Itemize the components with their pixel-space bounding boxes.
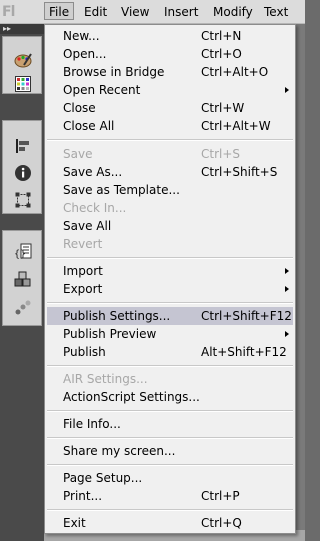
menu-item-save: Save Ctrl+S <box>63 147 241 161</box>
svg-text:{}: {} <box>14 249 26 260</box>
align-icon[interactable] <box>14 137 32 155</box>
menu-item-publish[interactable]: Publish Alt+Shift+F12 <box>47 343 293 361</box>
menu-separator <box>47 365 293 367</box>
menu-item-exit[interactable]: Exit Ctrl+Q <box>47 514 293 532</box>
menu-item-export[interactable]: Export <box>47 280 293 298</box>
file-menu-dropdown: New... Ctrl+N Open... Ctrl+O Browse in Bri… <box>44 24 296 534</box>
actions-script-icon[interactable]: {} <box>14 243 32 261</box>
menu-separator <box>47 464 293 466</box>
menu-item-print[interactable]: Print... Ctrl+P <box>47 487 293 505</box>
motion-presets-icon[interactable] <box>14 299 32 317</box>
menu-item-actionscript-settings[interactable]: ActionScript Settings... <box>47 388 293 406</box>
menu-item-revert: Revert <box>63 237 103 251</box>
menu-view[interactable]: View <box>117 3 153 21</box>
menu-separator <box>47 410 293 412</box>
menu-item-publish-preview[interactable]: Publish Preview <box>47 325 293 343</box>
menu-edit[interactable]: Edit <box>80 3 111 21</box>
stage-edge <box>296 24 305 530</box>
menu-text[interactable]: Text <box>260 3 292 21</box>
menu-item-publish-settings[interactable]: Publish Settings... Ctrl+Shift+F12 <box>47 307 293 325</box>
menu-separator <box>47 302 293 304</box>
menu-item-close[interactable]: Close Ctrl+W <box>47 99 293 117</box>
menu-separator <box>47 437 293 439</box>
menu-separator <box>47 257 293 259</box>
menu-item-save-as-template[interactable]: Save as Template... <box>47 181 293 199</box>
menu-item-share-my-screen[interactable]: Share my screen... <box>47 442 293 460</box>
menu-separator <box>47 509 293 511</box>
transform-icon[interactable] <box>14 191 32 209</box>
menu-separator <box>47 139 293 141</box>
menu-item-open-recent[interactable]: Open Recent <box>47 81 293 99</box>
menu-item-browse-in-bridge[interactable]: Browse in Bridge Ctrl+Alt+O <box>47 63 293 81</box>
menubar: Fl File Edit View Insert Modify Text <box>0 0 305 24</box>
menu-item-page-setup[interactable]: Page Setup... <box>47 469 293 487</box>
tool-group-1 <box>2 36 42 94</box>
menu-item-close-all[interactable]: Close All Ctrl+Alt+W <box>47 117 293 135</box>
swatches-grid-icon[interactable] <box>14 75 32 93</box>
menu-insert[interactable]: Insert <box>160 3 202 21</box>
menu-item-open[interactable]: Open... Ctrl+O <box>47 45 293 63</box>
menu-item-import[interactable]: Import <box>47 262 293 280</box>
tool-group-3: {} <box>2 230 42 326</box>
tool-group-2 <box>2 120 42 214</box>
panel-collapse-handle[interactable]: ▸▸ <box>0 24 44 34</box>
submenu-arrow-icon <box>285 268 289 274</box>
menu-item-save-as[interactable]: Save As... Ctrl+Shift+S <box>47 163 293 181</box>
menu-item-check-in: Check In... <box>63 201 127 215</box>
menu-item-save-all[interactable]: Save All <box>47 217 293 235</box>
app-logo: Fl <box>2 4 15 20</box>
info-icon[interactable] <box>14 164 32 182</box>
submenu-arrow-icon <box>285 331 289 337</box>
menu-item-new[interactable]: New... Ctrl+N <box>47 27 293 45</box>
menu-item-air-settings: AIR Settings... <box>63 372 148 386</box>
menu-file[interactable]: File <box>44 2 75 20</box>
menu-modify[interactable]: Modify <box>209 3 257 21</box>
components-icon[interactable] <box>14 271 32 289</box>
submenu-arrow-icon <box>285 87 289 93</box>
submenu-arrow-icon <box>285 286 289 292</box>
menu-item-file-info[interactable]: File Info... <box>47 415 293 433</box>
color-palette-icon[interactable] <box>14 51 32 69</box>
tool-strip: ▸▸ {} <box>0 24 44 541</box>
